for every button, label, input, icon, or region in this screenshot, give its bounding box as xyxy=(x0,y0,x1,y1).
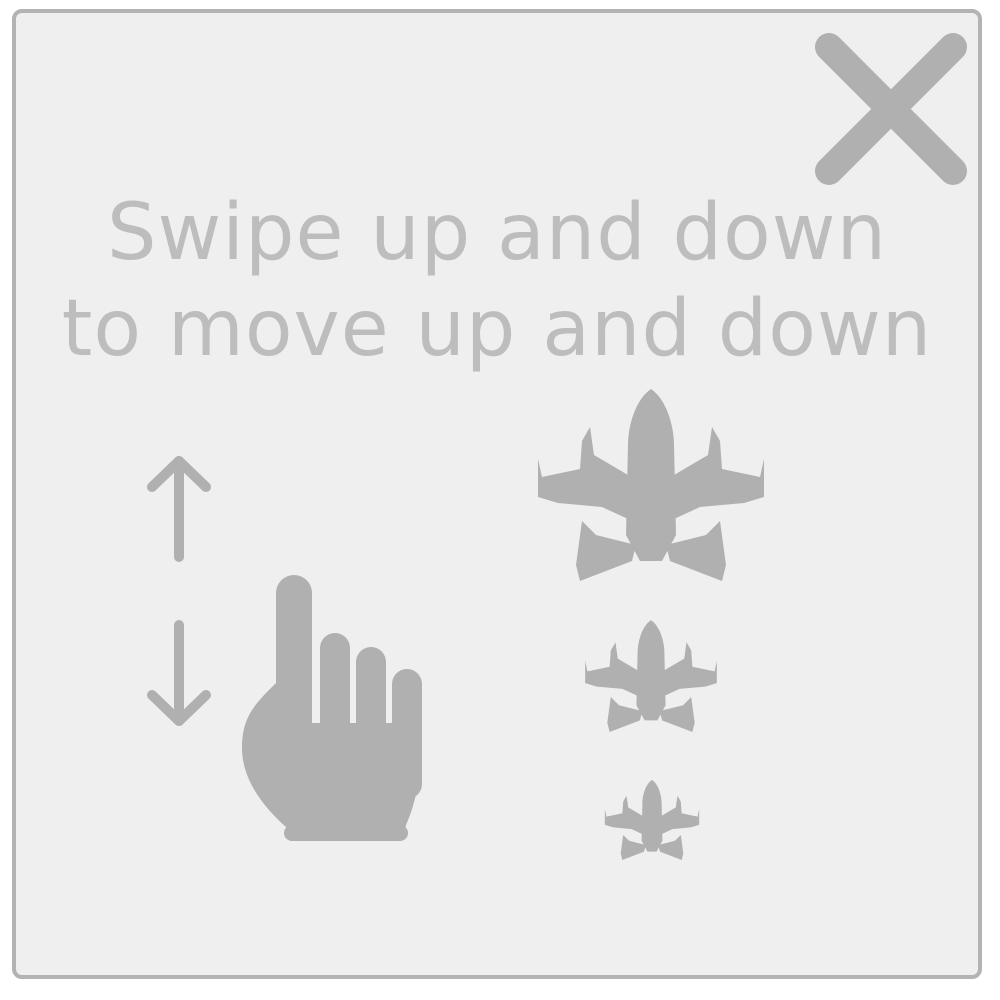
arrow-up-icon xyxy=(147,456,211,562)
swipe-illustration xyxy=(16,13,978,975)
spaceship-icon-medium xyxy=(585,620,717,733)
arrow-down-icon xyxy=(147,620,211,726)
pointing-hand-icon xyxy=(242,575,422,841)
tutorial-dialog: Swipe up and down to move up and down xyxy=(12,9,982,979)
spaceship-icon-large xyxy=(538,389,764,581)
spaceship-icon-small xyxy=(604,779,700,860)
